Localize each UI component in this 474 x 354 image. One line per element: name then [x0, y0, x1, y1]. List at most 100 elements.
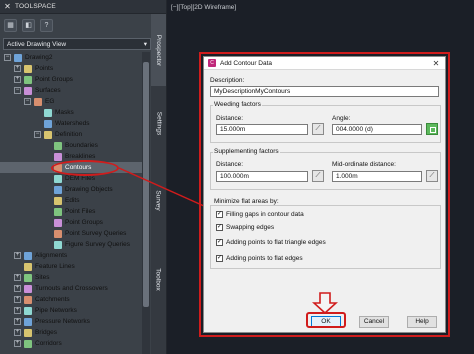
tree-item-point-groups[interactable]: + Point Groups: [0, 74, 150, 85]
tree-item-label: Alignments: [35, 252, 68, 259]
midordinate-field[interactable]: 1.000m: [332, 171, 422, 182]
tree-item-corridors[interactable]: + Corridors: [0, 338, 150, 349]
feature-lines-icon: [24, 262, 32, 271]
expand-icon[interactable]: +: [14, 329, 21, 336]
collapse-icon[interactable]: −: [4, 54, 11, 61]
checkbox[interactable]: [216, 255, 223, 262]
tree-item-label: Point Survey Queries: [65, 230, 127, 237]
tree-item-label: Pressure Networks: [35, 318, 90, 325]
weeding-distance-label: Distance:: [216, 115, 244, 122]
tree-item-point-survey-queries[interactable]: Point Survey Queries: [0, 228, 150, 239]
object-icon[interactable]: ◧: [22, 18, 35, 32]
tab-toolbox[interactable]: Toolbox: [151, 242, 166, 316]
pick-supplement-distance-icon[interactable]: ⟋: [312, 170, 324, 182]
tree-item-feature-lines[interactable]: Feature Lines: [0, 261, 150, 272]
surfaces-icon: [24, 86, 32, 95]
help-button[interactable]: Help: [407, 316, 437, 328]
tab-settings[interactable]: Settings: [151, 88, 166, 158]
close-icon[interactable]: ✕: [3, 2, 12, 11]
tree-item-pipe-networks[interactable]: + Pipe Networks: [0, 305, 150, 316]
tree-item-label: Masks: [55, 109, 74, 116]
cancel-button[interactable]: Cancel: [359, 316, 389, 328]
tree-item-catchments[interactable]: + Catchments: [0, 294, 150, 305]
option-flat-edges[interactable]: Adding points to flat edges: [216, 254, 303, 263]
tree-item-drawing-objects[interactable]: Drawing Objects: [0, 184, 150, 195]
supplementing-distance-label: Distance:: [216, 161, 244, 168]
tree-item-turnouts-and-crossovers[interactable]: + Turnouts and Crossovers: [0, 283, 150, 294]
expand-icon[interactable]: +: [14, 252, 21, 259]
checkbox[interactable]: [216, 211, 223, 218]
bridges-icon: [24, 328, 32, 337]
tree-scrollbar[interactable]: [142, 52, 150, 354]
toolspace-header: ✕ TOOLSPACE: [0, 0, 166, 14]
tree-item-sites[interactable]: + Sites: [0, 272, 150, 283]
expand-icon[interactable]: +: [14, 274, 21, 281]
tree-item-surfaces[interactable]: − Surfaces: [0, 85, 150, 96]
weeding-angle-field[interactable]: 004.0000 (d): [332, 124, 422, 135]
expand-icon[interactable]: +: [14, 307, 21, 314]
tree-item-drawing2[interactable]: − Drawing2: [0, 52, 150, 63]
option-filling-gaps[interactable]: Filling gaps in contour data: [216, 210, 304, 219]
tree-item-pressure-networks[interactable]: + Pressure Networks: [0, 316, 150, 327]
breaklines-icon: [54, 152, 62, 161]
tree-item-edits[interactable]: Edits: [0, 195, 150, 206]
collapse-icon[interactable]: −: [34, 131, 41, 138]
point-files-icon: [54, 207, 62, 216]
tab-prospector[interactable]: Prospector: [151, 14, 166, 86]
viewport-controls[interactable]: [−][Top][2D Wireframe]: [171, 4, 236, 11]
pick-angle-icon[interactable]: [426, 123, 438, 135]
tree-item-point-files[interactable]: Point Files: [0, 206, 150, 217]
tree-item-label: Catchments: [35, 296, 70, 303]
midordinate-label: Mid-ordinate distance:: [332, 161, 396, 168]
expand-icon[interactable]: +: [14, 285, 21, 292]
tree-item-bridges[interactable]: + Bridges: [0, 327, 150, 338]
help-icon[interactable]: ?: [40, 18, 53, 32]
dialog-titlebar: C Add Contour Data ✕: [204, 57, 445, 70]
description-label: Description:: [210, 77, 245, 84]
description-field[interactable]: MyDescriptionMyContours: [210, 86, 439, 97]
view-selector[interactable]: Active Drawing View ▾: [3, 38, 151, 50]
tree-item-label: Sites: [35, 274, 50, 281]
collapse-icon[interactable]: −: [14, 87, 21, 94]
tree-item-masks[interactable]: Masks: [0, 107, 150, 118]
view-icon[interactable]: ▦: [4, 18, 17, 32]
expand-icon[interactable]: +: [14, 296, 21, 303]
scrollbar-thumb[interactable]: [143, 62, 149, 307]
turnouts-icon: [24, 284, 32, 293]
tree-item-label: Breaklines: [65, 153, 96, 160]
weeding-distance-field[interactable]: 15.000m: [216, 124, 308, 135]
dialog-title: Add Contour Data: [220, 59, 273, 67]
option-label: Adding points to flat edges: [226, 255, 303, 262]
tree-item-watersheds[interactable]: Watersheds: [0, 118, 150, 129]
tree-item-alignments[interactable]: + Alignments: [0, 250, 150, 261]
tree-item-points[interactable]: + Points: [0, 63, 150, 74]
ok-highlight-ring: [306, 312, 346, 328]
tree-item-label: Boundaries: [65, 142, 98, 149]
expand-icon[interactable]: +: [14, 340, 21, 347]
pick-midordinate-icon[interactable]: ⟋: [426, 170, 438, 182]
pick-distance-icon[interactable]: ⟋: [312, 123, 324, 135]
supplementing-distance-field[interactable]: 100.000m: [216, 171, 308, 182]
tree-item-label: Surfaces: [35, 87, 61, 94]
tree-item-boundaries[interactable]: Boundaries: [0, 140, 150, 151]
option-swapping-edges[interactable]: Swapping edges: [216, 223, 274, 232]
tree-item-eg[interactable]: − EG: [0, 96, 150, 107]
expand-icon[interactable]: +: [14, 318, 21, 325]
checkbox[interactable]: [216, 239, 223, 246]
option-label: Adding points to flat triangle edges: [226, 239, 326, 246]
tree-item-point-groups[interactable]: Point Groups: [0, 217, 150, 228]
surface-icon: [34, 97, 42, 106]
mask-icon: [44, 108, 52, 117]
collapse-icon[interactable]: −: [24, 98, 31, 105]
edits-icon: [54, 196, 62, 205]
close-icon[interactable]: ✕: [431, 59, 441, 68]
option-flat-triangle-edges[interactable]: Adding points to flat triangle edges: [216, 238, 326, 247]
checkbox[interactable]: [216, 224, 223, 231]
expand-icon[interactable]: +: [14, 65, 21, 72]
tree-item-definition[interactable]: − Definition: [0, 129, 150, 140]
tree-item-figure-survey-queries[interactable]: Figure Survey Queries: [0, 239, 150, 250]
expand-icon[interactable]: +: [14, 76, 21, 83]
pipe-networks-icon: [24, 306, 32, 315]
tab-survey[interactable]: Survey: [151, 160, 166, 240]
view-selector-value: Active Drawing View: [7, 40, 67, 48]
